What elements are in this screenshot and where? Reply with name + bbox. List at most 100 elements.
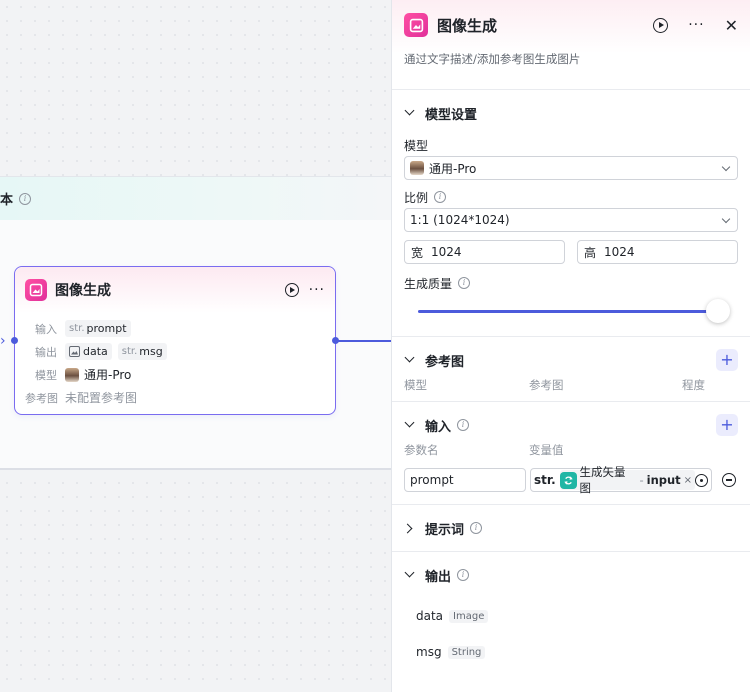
reference-section: 参考图 + 模型 参考图 程度 [392, 337, 750, 402]
model-avatar [410, 161, 424, 175]
section-title: 模型设置 [425, 107, 478, 123]
input-name: prompt [86, 322, 127, 335]
variable-ref-tag[interactable]: 生成矢量图 - input × [559, 465, 696, 495]
output-header[interactable]: 输出 i [404, 552, 738, 598]
output-msg-tag: str. msg [117, 343, 167, 360]
width-label: 宽 [411, 245, 424, 260]
group-header[interactable]: 本 i [0, 177, 391, 220]
width-value: 1024 [431, 245, 462, 259]
chevron-down-icon[interactable] [404, 419, 422, 432]
more-icon[interactable]: ··· [309, 283, 325, 297]
model-select-value: 通用-Pro [429, 161, 477, 176]
info-icon[interactable]: i [457, 569, 470, 581]
image-type-icon [69, 346, 80, 357]
quality-field-label: 生成质量 i [404, 274, 738, 292]
node-ref-row: 参考图 未配置参考图 [25, 386, 323, 409]
ratio-field-label: 比例 i [404, 188, 738, 206]
node-input-row: 输入 str. prompt [27, 317, 323, 340]
ref-node-name: 生成矢量图 [579, 465, 626, 495]
height-input[interactable]: 高 1024 [577, 240, 738, 264]
slider-thumb[interactable] [706, 299, 730, 323]
output-type-badge: Image [449, 609, 489, 623]
chevron-right-icon[interactable] [404, 522, 422, 535]
ref-separator: - [639, 473, 644, 487]
output-data-tag: data [65, 343, 112, 360]
model-settings-header[interactable]: 模型设置 [404, 90, 738, 136]
node-output-row: 输出 data str. msg [27, 340, 323, 363]
run-icon[interactable] [653, 17, 669, 33]
image-gen-icon [404, 13, 428, 37]
ref-label: 参考图 [25, 391, 58, 405]
node-model-row: 模型 通用-Pro [27, 363, 323, 386]
output-row-msg: msg String [404, 634, 738, 670]
image-gen-node[interactable]: 图像生成 ··· 输入 str. prompt 输出 data str. msg 模… [11, 266, 339, 415]
model-label: 模型 [35, 368, 57, 382]
output-type-badge: String [447, 645, 486, 659]
height-value: 1024 [604, 245, 635, 259]
col-degree: 程度 [682, 378, 705, 392]
loop-icon [559, 471, 577, 489]
run-icon[interactable] [284, 283, 299, 297]
height-label: 高 [584, 245, 597, 260]
target-icon[interactable] [695, 473, 708, 487]
input-port[interactable] [11, 337, 18, 344]
output-name: data [416, 609, 444, 623]
node-header[interactable]: 图像生成 ··· [15, 267, 335, 313]
section-title: 参考图 [425, 354, 465, 370]
chevron-down-icon[interactable] [404, 569, 422, 582]
variable-value-field[interactable]: str. 生成矢量图 - input × [530, 465, 712, 495]
value-type[interactable]: str. [534, 473, 556, 487]
slider-track[interactable] [418, 310, 720, 313]
output-name: msg [416, 645, 442, 659]
model-avatar [65, 367, 79, 382]
info-icon[interactable]: i [19, 192, 32, 205]
input-section: 输入 i + 参数名 变量值 prompt str. 生成矢量图 - input [392, 402, 750, 505]
edge-arrow-icon: › [0, 333, 6, 349]
col-ref: 参考图 [529, 378, 564, 392]
panel-header: 图像生成 ··· ✕ 通过文字描述/添加参考图生成图片 [392, 0, 750, 90]
input-label: 输入 [35, 322, 57, 336]
model-field-label: 模型 [404, 138, 429, 153]
model-value: 通用-Pro [84, 368, 132, 382]
col-value: 变量值 [529, 443, 564, 457]
chevron-down-icon [721, 162, 731, 171]
output-label: 输出 [35, 345, 57, 359]
chevron-down-icon[interactable] [404, 107, 422, 120]
col-model: 模型 [404, 378, 427, 392]
more-icon[interactable]: ··· [688, 18, 704, 32]
output-port[interactable] [332, 337, 339, 344]
param-name-input[interactable]: prompt [404, 468, 526, 492]
chevron-down-icon [721, 214, 731, 223]
info-icon[interactable]: i [434, 191, 447, 203]
group-title: 本 [0, 193, 14, 208]
ref-var-name: input [646, 473, 681, 487]
section-title: 提示词 [425, 522, 465, 538]
remove-input-icon[interactable] [722, 473, 736, 487]
output-msg-name: msg [139, 345, 163, 358]
model-select[interactable]: 通用-Pro [404, 156, 738, 180]
info-icon[interactable]: i [458, 277, 471, 289]
info-icon[interactable]: i [470, 522, 483, 534]
section-title: 输入 [425, 419, 452, 435]
type-prefix: str. [69, 323, 85, 334]
ref-value: 未配置参考图 [65, 391, 138, 405]
node-title: 图像生成 [55, 283, 111, 299]
prompt-section: 提示词 i [392, 505, 750, 552]
add-reference-button[interactable]: + [716, 349, 738, 371]
prompt-header[interactable]: 提示词 i [404, 505, 738, 551]
output-data-name: data [83, 345, 108, 358]
quality-slider[interactable] [418, 298, 730, 324]
width-input[interactable]: 宽 1024 [404, 240, 565, 264]
ratio-select[interactable]: 1:1 (1024*1024) [404, 208, 738, 232]
panel-description[interactable]: 通过文字描述/添加参考图生成图片 [404, 51, 738, 67]
info-icon[interactable]: i [457, 419, 470, 431]
close-icon[interactable]: ✕ [725, 16, 738, 35]
ratio-label-text: 比例 [404, 190, 429, 205]
input-row: prompt str. 生成矢量图 - input × [404, 465, 738, 495]
settings-panel: 图像生成 ··· ✕ 通过文字描述/添加参考图生成图片 模型设置 模型 通用-P… [391, 0, 750, 692]
chevron-down-icon[interactable] [404, 354, 422, 367]
panel-title[interactable]: 图像生成 [437, 15, 653, 36]
add-input-button[interactable]: + [716, 414, 738, 436]
image-gen-icon [25, 279, 47, 301]
close-icon[interactable]: × [684, 475, 692, 486]
